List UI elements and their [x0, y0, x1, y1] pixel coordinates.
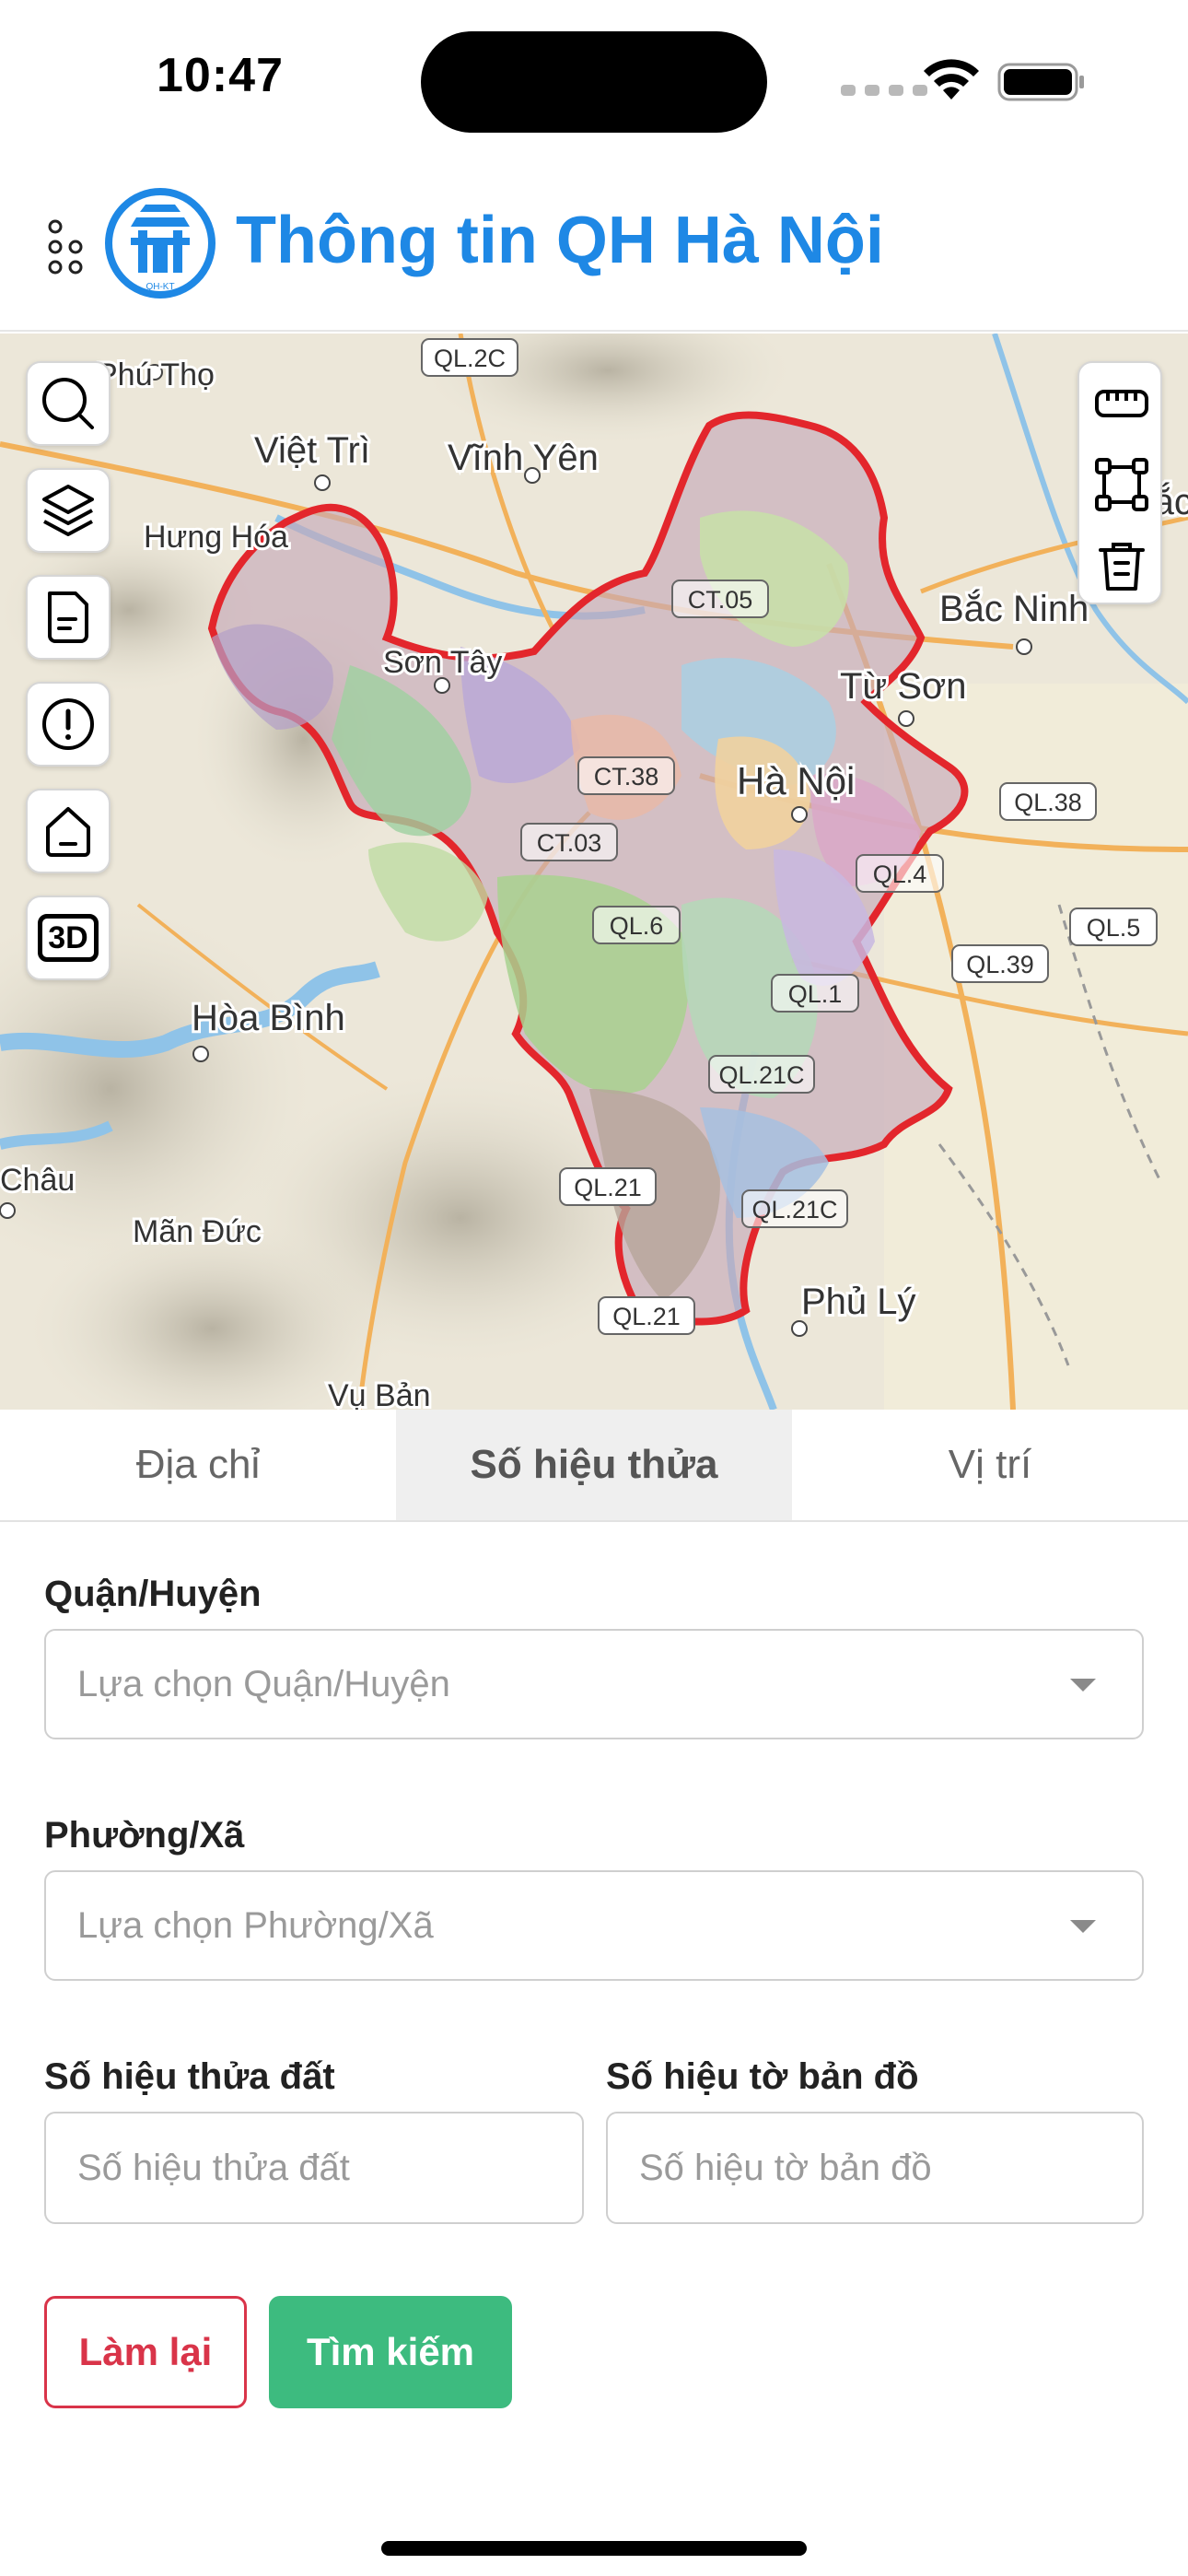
clear-measure-button[interactable] — [1079, 525, 1164, 606]
place-label: Hà Nội — [737, 759, 855, 802]
road-shield: CT.05 — [671, 580, 769, 618]
road-shield: QL.21C — [741, 1189, 848, 1228]
status-bar: 10:47 — [0, 0, 1188, 157]
road-shield: QL.21C — [708, 1055, 815, 1094]
map-3d-button[interactable]: 3D — [26, 896, 111, 980]
home-icon — [46, 807, 90, 857]
svg-text:QL.5: QL.5 — [1087, 914, 1141, 942]
svg-text:QL.21C: QL.21C — [718, 1061, 804, 1089]
chevron-down-icon — [1070, 1920, 1096, 1933]
measure-area-button[interactable] — [1079, 444, 1164, 525]
ward-label: Phường/Xã — [44, 1815, 245, 1856]
map-sheet-input[interactable] — [606, 2112, 1144, 2224]
place-label: Việt Trì — [254, 430, 370, 471]
place-label: Từ Sơn — [840, 666, 966, 707]
measure-toolbar — [1077, 361, 1162, 604]
place-label: Vĩnh Yên — [448, 438, 599, 478]
map-sheet-label: Số hiệu tờ bản đồ — [606, 2056, 919, 2097]
svg-text:CT.03: CT.03 — [537, 829, 602, 857]
road-shield: QL.1 — [771, 974, 859, 1013]
3d-label: 3D — [38, 914, 99, 962]
map-layers-button[interactable] — [26, 468, 111, 553]
ruler-icon — [1095, 390, 1148, 417]
reset-button[interactable]: Làm lại — [44, 2296, 247, 2408]
svg-text:QL.39: QL.39 — [966, 951, 1034, 978]
svg-text:QL.6: QL.6 — [610, 912, 664, 940]
road-shield: QL.39 — [951, 944, 1049, 983]
map-canvas[interactable]: Phú Thọ Việt Trì Vĩnh Yên Hưng Hóa Sơn T… — [0, 334, 1188, 1410]
menu-icon[interactable] — [48, 219, 103, 275]
wifi-icon — [924, 59, 979, 100]
map-view[interactable]: Phú Thọ Việt Trì Vĩnh Yên Hưng Hóa Sơn T… — [0, 334, 1188, 1410]
parcel-number-input[interactable] — [44, 2112, 584, 2224]
city-logo: QH-KT — [105, 188, 215, 299]
road-shield: QL.6 — [592, 906, 681, 944]
svg-text:QL.21: QL.21 — [574, 1174, 642, 1201]
road-shield: QL.21 — [598, 1296, 695, 1335]
road-shield: CT.38 — [577, 756, 675, 795]
svg-text:QL.1: QL.1 — [788, 980, 843, 1008]
trash-icon — [1099, 543, 1145, 591]
chevron-down-icon — [1070, 1679, 1096, 1692]
place-label: Phú Thọ — [97, 357, 215, 392]
place-label: Bắc Ninh — [939, 588, 1089, 629]
search-tabs: Địa chỉ Số hiệu thửa Vị trí — [0, 1410, 1188, 1522]
district-label: Quận/Huyện — [44, 1574, 262, 1614]
cellular-signal-icon — [841, 85, 927, 96]
place-label: Sơn Tây — [383, 645, 502, 680]
home-indicator — [381, 2541, 807, 2556]
tab-parcel-number[interactable]: Số hiệu thửa — [396, 1410, 792, 1520]
dynamic-island — [421, 31, 767, 133]
svg-text:QL.2C: QL.2C — [434, 345, 506, 372]
road-shield: CT.03 — [520, 823, 618, 861]
battery-icon — [997, 63, 1084, 101]
place-label: Vụ Bản — [328, 1378, 431, 1410]
svg-text:CT.38: CT.38 — [594, 763, 659, 790]
polygon-icon — [1095, 458, 1148, 511]
map-document-button[interactable] — [26, 575, 111, 660]
road-shield: QL.2C — [421, 338, 518, 377]
layers-icon — [42, 485, 94, 536]
map-home-button[interactable] — [26, 789, 111, 873]
svg-text:QL.38: QL.38 — [1014, 789, 1082, 816]
map-search-button[interactable] — [26, 361, 111, 446]
parcel-number-label: Số hiệu thửa đất — [44, 2056, 335, 2097]
tab-location[interactable]: Vị trí — [792, 1410, 1188, 1520]
measure-distance-button[interactable] — [1079, 363, 1164, 444]
tab-address[interactable]: Địa chỉ — [0, 1410, 396, 1520]
place-label: Hưng Hóa — [144, 520, 288, 555]
ward-select[interactable]: Lựa chọn Phường/Xã — [44, 1870, 1144, 1981]
svg-text:QL.21: QL.21 — [612, 1303, 681, 1330]
search-icon — [42, 378, 94, 429]
road-shield: QL.38 — [999, 782, 1097, 821]
svg-text:CT.05: CT.05 — [688, 586, 753, 614]
alert-circle-icon — [42, 698, 94, 750]
status-time: 10:47 — [157, 49, 284, 102]
svg-text:QH-KT: QH-KT — [146, 282, 174, 292]
app-title: Thông tin QH Hà Nội — [236, 204, 884, 277]
place-label: Phủ Lý — [801, 1282, 916, 1322]
road-shield: QL.4 — [856, 854, 944, 893]
app-header: QH-KT Thông tin QH Hà Nội — [0, 175, 1188, 332]
document-icon — [48, 591, 88, 643]
district-select[interactable]: Lựa chọn Quận/Huyện — [44, 1629, 1144, 1739]
place-label: Hòa Bình — [192, 998, 345, 1038]
district-placeholder: Lựa chọn Quận/Huyện — [77, 1664, 450, 1704]
search-button[interactable]: Tìm kiếm — [269, 2296, 512, 2408]
map-info-button[interactable] — [26, 682, 111, 767]
svg-text:QL.4: QL.4 — [873, 861, 927, 888]
svg-text:QL.21C: QL.21C — [751, 1196, 837, 1224]
road-shield: QL.5 — [1069, 907, 1158, 946]
ward-placeholder: Lựa chọn Phường/Xã — [77, 1905, 434, 1946]
road-shield: QL.21 — [559, 1167, 657, 1206]
place-label: Châu — [0, 1163, 75, 1198]
place-label: Mãn Đức — [133, 1214, 262, 1249]
